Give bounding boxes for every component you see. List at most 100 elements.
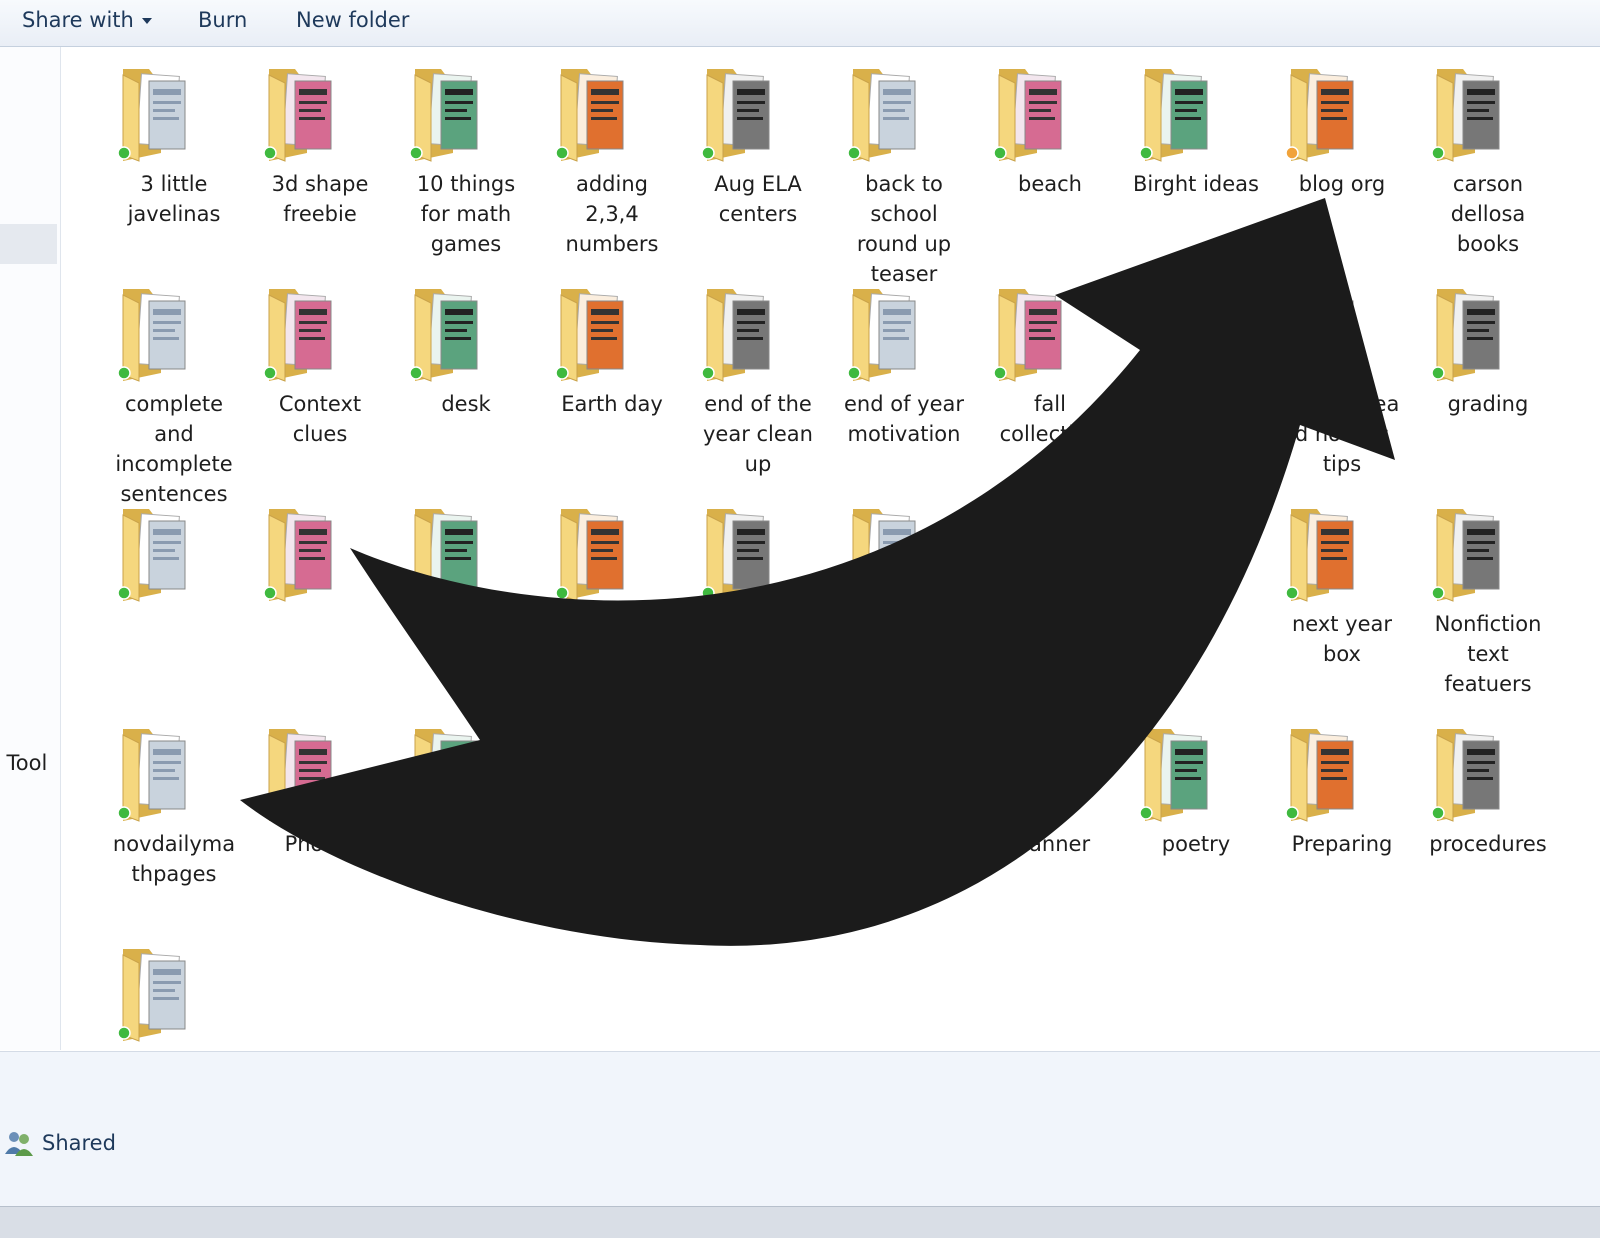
sync-status-icon	[117, 806, 131, 820]
folder-icon	[409, 69, 478, 162]
folder-icon	[117, 289, 186, 382]
sync-status-icon	[409, 586, 423, 600]
folder-icon	[1431, 509, 1500, 602]
folder-icon	[555, 729, 624, 822]
sync-status-icon	[1285, 586, 1299, 600]
new-folder-label: New folder	[296, 8, 410, 32]
folder-icon	[117, 509, 186, 602]
share-with-button[interactable]: Share with	[22, 8, 152, 32]
folder-label: novdailyma thpages	[112, 832, 236, 886]
sync-status-icon	[847, 806, 861, 820]
file-list[interactable]: 3 little javelinas 3d shape freebie 10 thi…	[61, 47, 1600, 1050]
folder-label: adding 2,3,4 numbers	[565, 172, 659, 256]
folder-icon	[1431, 729, 1500, 822]
sync-status-icon	[117, 146, 131, 160]
status-bar	[0, 1206, 1600, 1238]
folder-label: Earth day	[561, 392, 663, 416]
folder-label: back to school round up teaser	[856, 172, 952, 286]
sync-status-icon	[701, 586, 715, 600]
folder-icon	[555, 289, 624, 382]
sync-status-icon	[1139, 586, 1153, 600]
sync-status-icon	[263, 366, 277, 380]
navigation-pane[interactable]: l Tool	[0, 47, 61, 1050]
folder-icon	[1139, 69, 1208, 162]
sync-status-icon	[1431, 586, 1445, 600]
sync-status-icon	[701, 806, 715, 820]
sync-status-icon	[117, 586, 131, 600]
folder-icon	[263, 69, 332, 162]
folder-label: 3d shape freebie	[271, 172, 369, 226]
sync-status-icon	[409, 806, 423, 820]
folder-label: Aug ELA centers	[714, 172, 802, 226]
burn-button[interactable]: Burn	[198, 8, 247, 32]
folder-label: Photos	[284, 832, 356, 856]
folder-icon	[1431, 69, 1500, 162]
new-folder-button[interactable]: New folder	[296, 8, 409, 32]
folder-icon	[847, 729, 916, 822]
folder-icon	[993, 69, 1062, 162]
folder-label: Measureme nt	[842, 612, 966, 666]
nav-selected-item[interactable]	[0, 224, 57, 264]
sync-status-icon	[847, 146, 861, 160]
folder-icon	[1285, 729, 1354, 822]
folder-icon	[701, 69, 770, 162]
folder-label: gingerbrea d houses tips	[1284, 392, 1400, 476]
folder-icon	[555, 69, 624, 162]
folder-icon	[1139, 509, 1208, 602]
folder-icon	[701, 289, 770, 382]
folder-icon	[263, 509, 332, 602]
folder-label: Preparing	[1291, 832, 1393, 856]
chevron-down-icon	[141, 18, 152, 24]
folder-label: end of the year clean up	[702, 392, 813, 476]
sync-status-icon	[1285, 146, 1299, 160]
folder-icon	[409, 289, 478, 382]
folder-label: fall collection	[999, 392, 1101, 446]
folder-label: next year box	[1291, 612, 1393, 666]
folder-icon	[117, 729, 186, 822]
folder-label: feb goodies	[1154, 392, 1238, 446]
sync-status-icon	[993, 146, 1007, 160]
folder-icon	[409, 729, 478, 822]
folder-icon	[847, 509, 916, 602]
folder-icon	[555, 509, 624, 602]
shared-label: Shared	[42, 1131, 116, 1155]
folder-icon	[1139, 729, 1208, 822]
folder-icon	[993, 729, 1062, 822]
sync-status-icon	[117, 366, 131, 380]
folder-icon	[1431, 289, 1500, 382]
folder-label: Pic	[597, 832, 627, 856]
sync-status-icon	[701, 366, 715, 380]
folder-label: beach	[1018, 172, 1082, 196]
command-bar: Share with Burn New folder	[0, 0, 1600, 47]
sync-status-icon	[1431, 146, 1445, 160]
sync-status-icon	[993, 366, 1007, 380]
folder-icon	[993, 289, 1062, 382]
folder-label: pirate	[727, 832, 789, 856]
folder-icon	[409, 509, 478, 602]
details-pane: Shared	[0, 1051, 1600, 1207]
sync-status-icon	[1285, 366, 1299, 380]
sync-status-icon	[117, 1026, 131, 1040]
shared-status: Shared	[4, 1130, 116, 1156]
folder-label: Photos to	[416, 832, 516, 856]
folder-label: planner	[1009, 832, 1091, 856]
share-with-label: Share with	[22, 8, 134, 32]
folder-label: Place Value	[843, 832, 965, 856]
folder-icon	[847, 69, 916, 162]
folder-icon	[1285, 509, 1354, 602]
sync-status-icon	[1431, 366, 1445, 380]
folder-label: julia cook	[562, 612, 662, 636]
folder-icon	[1285, 289, 1354, 382]
folder-icon	[263, 289, 332, 382]
folder-icon	[1139, 289, 1208, 382]
folder-icon	[263, 729, 332, 822]
sync-status-icon	[409, 366, 423, 380]
folder-label: sale	[99, 1049, 249, 1050]
sync-status-icon	[1285, 806, 1299, 820]
folder-label: grading	[1447, 392, 1529, 416]
folder-icon	[117, 949, 186, 1042]
folder-icon	[701, 509, 770, 602]
nav-item-tool[interactable]: l Tool	[0, 751, 47, 775]
folder-label: Nonfiction text featuers	[1434, 612, 1542, 696]
folder-label: 10 things for math games	[416, 172, 516, 256]
